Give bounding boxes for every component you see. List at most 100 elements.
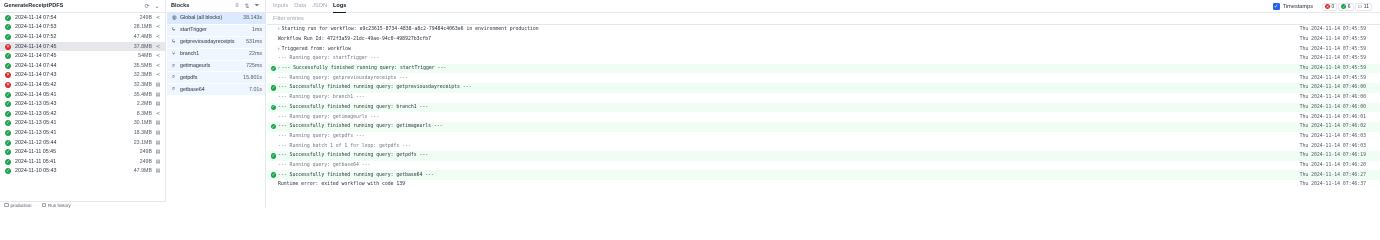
run-size: 18.3MB — [133, 129, 152, 136]
check-circle-icon: ✓ — [270, 172, 277, 178]
run-size: 35.4MB — [133, 91, 152, 98]
calendar-icon: ▤ — [155, 158, 161, 165]
run-row[interactable]: ✓ 2024-11-10 05:43 47.9MB ▤ — [0, 167, 165, 177]
run-date: 2024-11-14 07:45 — [15, 43, 57, 50]
production-checkbox[interactable] — [4, 202, 9, 208]
log-message: --- Successfully finished running query:… — [281, 66, 447, 72]
log-message: --- Successfully finished running query:… — [278, 104, 429, 110]
run-size: 2.2MB — [136, 101, 152, 108]
blank-icon — [270, 36, 277, 43]
expand-caret-icon[interactable]: › — [278, 47, 280, 52]
run-row[interactable]: ✓ 2024-11-13 05:41 30.1MB ▤ — [0, 119, 165, 129]
info-count-badge[interactable]: ▭ 11 — [1354, 2, 1372, 11]
check-circle-icon: ✓ — [270, 123, 277, 130]
chevron-down-icon[interactable]: ⌄ — [153, 2, 161, 10]
run-row[interactable]: ✓ 2024-11-14 07:52 47.4MB ≺ — [0, 32, 165, 42]
run-size: 47.9MB — [133, 168, 152, 175]
block-row[interactable]: ⌕ getbase64 7.01s — [167, 84, 265, 97]
run-row[interactable]: ✓ 2024-11-11 05:41 249B ▤ — [0, 157, 165, 167]
share-icon: ≺ — [155, 24, 161, 31]
log-entry: ✓ --- Successfully finished running query… — [267, 121, 1380, 132]
refresh-icon[interactable]: ⟳ — [143, 2, 151, 10]
share-icon: ≺ — [155, 110, 161, 117]
blocks-panel: Blocks ≡ ⇅ ⏷ ◍ Global (all blocks) 38.143s… — [167, 0, 266, 208]
collapse-icon[interactable]: ≡ — [233, 2, 241, 10]
log-timestamp: Thu 2024-11-14 07:46:20 — [1299, 162, 1366, 168]
block-row[interactable]: ϟ startTrigger 1ms — [167, 24, 265, 37]
log-entry: ✓ --- Successfully finished running query… — [267, 170, 1380, 180]
log-timestamp: Thu 2024-11-14 07:46:00 — [1299, 85, 1366, 91]
tab-data[interactable]: Data — [294, 0, 306, 13]
timestamps-checkbox[interactable]: ✓ — [1272, 3, 1280, 10]
block-name: getpdfs — [180, 74, 198, 81]
block-row[interactable]: ϟ getpreviousdayreceipts 531ms — [167, 36, 265, 49]
log-timestamp: Thu 2024-11-14 07:46:27 — [1299, 172, 1366, 178]
tab-inputs[interactable]: Inputs — [273, 0, 288, 13]
block-duration: 531ms — [246, 39, 262, 46]
filter-icon[interactable]: ⏷ — [253, 2, 261, 10]
run-row[interactable]: ✕ 2024-11-14 07:43 32.3MB ≺ — [0, 71, 165, 81]
run-row[interactable]: ✓ 2024-11-14 07:54 249B ≺ — [0, 13, 165, 23]
log-entry: › Starting run for workflow: e9c23615-873… — [267, 25, 1380, 35]
success-status-icon: ✓ — [5, 110, 11, 117]
globe-icon: ◍ — [172, 15, 177, 22]
error-status-icon: ✕ — [5, 43, 11, 50]
log-message: --- Running query: getbase64 --- — [278, 162, 371, 168]
run-row[interactable]: ✓ 2024-11-12 05:44 23.1MB ▤ — [0, 138, 165, 148]
run-row[interactable]: ✓ 2024-11-13 05:43 2.2MB ▤ — [0, 99, 165, 109]
run-size: 37.8MB — [133, 43, 152, 50]
log-entry: ✓ --- Successfully finished running query… — [267, 102, 1380, 113]
log-list: › Starting run for workflow: e9c23615-873… — [267, 25, 1380, 190]
error-count-badge[interactable]: ✕ 0 — [1322, 2, 1338, 11]
filter-entries-input[interactable]: Filter entries — [267, 13, 1380, 25]
run-row[interactable]: ✓ 2024-11-14 05:41 35.4MB ▤ — [0, 90, 165, 100]
run-date: 2024-11-10 05:43 — [15, 168, 57, 175]
run-date: 2024-11-14 07:53 — [15, 24, 57, 31]
success-count-badge[interactable]: ✓ 6 — [1338, 2, 1354, 11]
success-status-icon: ✓ — [5, 14, 11, 21]
log-message: Runtime error: exited workflow with code… — [278, 182, 406, 188]
run-row[interactable]: ✓ 2024-11-14 07:45 54MB ≺ — [0, 51, 165, 61]
production-label: production — [10, 202, 32, 208]
expand-caret-icon[interactable]: › — [278, 66, 280, 71]
tab-json[interactable]: JSON — [312, 0, 327, 13]
run-row[interactable]: ✓ 2024-11-14 07:53 28.1MB ≺ — [0, 23, 165, 33]
run-size: 32.3MB — [133, 72, 152, 79]
run-date: 2024-11-14 07:45 — [15, 53, 57, 60]
block-row[interactable]: ⑂ branch1 22ms — [167, 48, 265, 61]
log-entry: --- Running query: getpdfs --- Thu 2024-1… — [267, 132, 1380, 142]
sort-icon[interactable]: ⇅ — [243, 2, 251, 10]
search-icon: ⌕ — [172, 62, 176, 69]
run-size: 8.3MB — [136, 110, 152, 117]
blank-icon — [270, 75, 277, 82]
calendar-icon: ▤ — [155, 91, 161, 98]
tab-logs[interactable]: Logs — [333, 0, 347, 13]
check-circle-icon: ✓ — [270, 65, 277, 72]
log-message: Starting run for workflow: e9c23615-8734… — [281, 27, 539, 33]
run-row[interactable]: ✓ 2024-11-13 05:41 18.3MB ▤ — [0, 128, 165, 138]
run-date: 2024-11-14 05:42 — [15, 81, 57, 88]
run-row[interactable]: ✕ 2024-11-14 07:45 37.8MB ≺ — [0, 41, 165, 52]
expand-caret-icon[interactable]: › — [278, 27, 280, 32]
block-row[interactable]: ⌕ getimageurls 725ms — [167, 60, 265, 73]
run-row[interactable]: ✓ 2024-11-13 05:42 8.3MB ≺ — [0, 109, 165, 119]
error-icon: ✕ — [1325, 4, 1330, 9]
log-timestamp: Thu 2024-11-14 07:45:59 — [1299, 56, 1366, 62]
block-duration: 38.143s — [243, 15, 262, 22]
run-history-checkbox[interactable] — [41, 202, 47, 208]
block-row[interactable]: ⌕ getpdfs 15.801s — [167, 72, 265, 85]
success-status-icon: ✓ — [5, 139, 11, 146]
run-size: 249B — [139, 158, 152, 165]
block-name: Global (all blocks) — [180, 15, 223, 22]
log-message: --- Successfully finished running query:… — [278, 153, 429, 159]
run-date: 2024-11-14 07:52 — [15, 33, 57, 40]
share-icon: ≺ — [155, 33, 161, 40]
run-row[interactable]: ✓ 2024-11-11 05:45 249B ▤ — [0, 147, 165, 157]
run-size: 32.3MB — [133, 81, 152, 88]
run-row[interactable]: ✓ 2024-11-14 07:44 35.5MB ≺ — [0, 61, 165, 71]
block-row[interactable]: ◍ Global (all blocks) 38.143s — [167, 13, 265, 25]
success-count: 6 — [1347, 3, 1351, 10]
run-row[interactable]: ✕ 2024-11-14 05:42 32.3MB ▤ — [0, 80, 165, 90]
log-entry: --- Running query: getbase64 --- Thu 2024… — [267, 161, 1380, 171]
log-timestamp: Thu 2024-11-14 07:46:02 — [1299, 124, 1366, 130]
